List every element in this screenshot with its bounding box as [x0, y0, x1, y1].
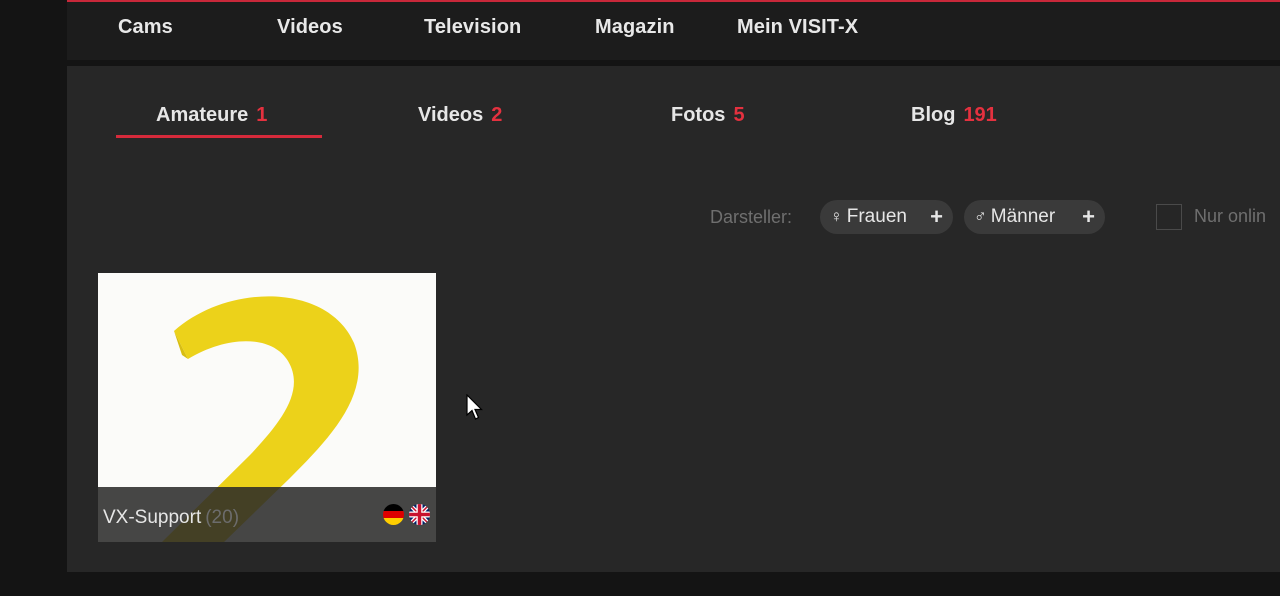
online-only-checkbox[interactable]: [1156, 204, 1182, 230]
amateur-card[interactable]: VX-Support (20): [98, 273, 436, 542]
plus-icon: +: [1082, 204, 1095, 229]
german-flag-icon: [383, 504, 404, 525]
nav-item-mein-visit-x[interactable]: Mein VISIT-X: [737, 16, 858, 39]
filter-frauen-button[interactable]: ♀ Frauen +: [820, 200, 953, 234]
card-footer: VX-Support (20): [98, 487, 436, 542]
active-tab-indicator: [116, 135, 322, 138]
tab-count: 2: [491, 104, 503, 126]
nav-item-cams[interactable]: Cams: [118, 16, 173, 39]
tab-label: Blog: [911, 104, 956, 126]
plus-icon: +: [930, 204, 943, 229]
online-only-label[interactable]: Nur onlin: [1194, 206, 1266, 227]
male-icon: ♂: [974, 207, 987, 226]
page: Cams Videos Television Magazin Mein VISI…: [0, 0, 1280, 596]
card-name: VX-Support: [103, 507, 202, 528]
performer-filter-label: Darsteller:: [710, 207, 793, 227]
tab-count: 191: [963, 104, 997, 126]
card-count: (20): [205, 507, 240, 528]
tab-label: Amateure: [156, 104, 249, 126]
tab-videos[interactable]: Videos 2: [418, 104, 502, 127]
mouse-cursor-icon: [466, 394, 483, 420]
nav-item-magazin[interactable]: Magazin: [595, 16, 675, 39]
bottom-band: [67, 572, 1280, 596]
tab-amateure[interactable]: Amateure 1: [156, 104, 267, 127]
card-title: VX-Support (20): [103, 507, 239, 529]
filter-maenner-label: Männer: [990, 206, 1056, 227]
tab-label: Fotos: [671, 104, 726, 126]
female-icon: ♀: [830, 207, 843, 226]
tab-count: 1: [256, 104, 268, 126]
tab-label: Videos: [418, 104, 484, 126]
tab-count: 5: [733, 104, 745, 126]
search-results-panel: Amateure 1 Videos 2 Fotos 5 Blog 191 Darstel…: [67, 66, 1280, 572]
tab-blog[interactable]: Blog 191: [911, 104, 997, 127]
filter-frauen-label: Frauen: [846, 206, 907, 227]
uk-flag-icon: [409, 504, 430, 525]
top-navigation: Cams Videos Television Magazin Mein VISI…: [67, 0, 1280, 60]
nav-item-television[interactable]: Television: [424, 16, 521, 39]
tab-fotos[interactable]: Fotos 5: [671, 104, 745, 127]
nav-item-videos[interactable]: Videos: [277, 16, 343, 39]
filter-maenner-button[interactable]: ♂ Männer +: [964, 200, 1105, 234]
